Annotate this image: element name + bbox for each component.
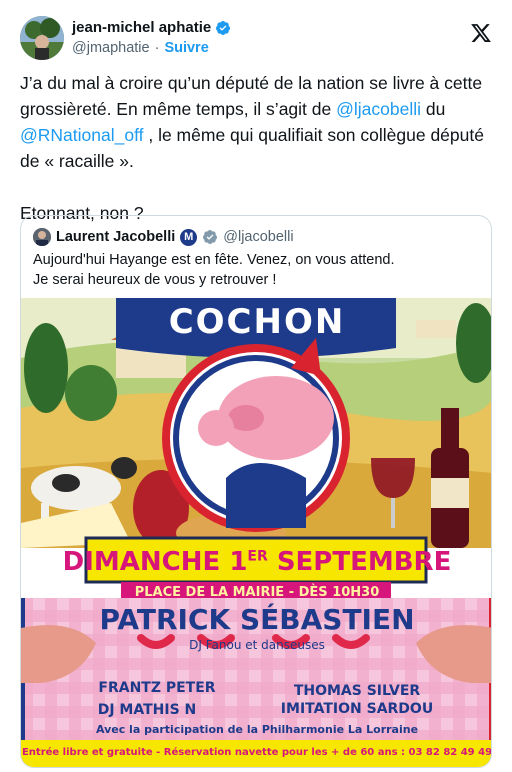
x-logo-icon[interactable]: [470, 22, 492, 44]
tweet-header: jean-michel aphatie @jmaphatie · Suivre: [20, 16, 496, 64]
poster-artist: THOMAS SILVER: [293, 683, 421, 699]
gray-verified-badge-icon: [203, 230, 218, 244]
poster-date: DIMANCHE 1ER SEPTEMBRE: [21, 547, 491, 577]
author-name[interactable]: jean-michel aphatie: [72, 19, 211, 36]
poster-participation: Avec la participation de la Philharmonie…: [95, 723, 419, 736]
mention-rnational[interactable]: @RNational_off: [20, 125, 143, 145]
poster-headliner-sub: DJ Fanou et danseuses: [189, 638, 325, 652]
affiliation-badge: M: [180, 228, 198, 246]
quoted-author-handle[interactable]: @ljacobelli: [223, 229, 293, 245]
poster-date-sup: ER: [247, 548, 268, 565]
follow-button[interactable]: Suivre: [164, 40, 208, 56]
quoted-text-line: Aujourd'hui Hayange est en fête. Venez, …: [33, 252, 395, 268]
quoted-text-line: Je serai heureux de vous y retrouver !: [33, 272, 277, 288]
event-poster-image[interactable]: COCHON DIMANCHE 1ER SEPTEMBRE PLACE DE L…: [21, 298, 492, 767]
poster-date-a: DIMANCHE 1: [62, 547, 248, 577]
separator-dot: ·: [154, 40, 160, 56]
tweet-card: jean-michel aphatie @jmaphatie · Suivre …: [0, 0, 512, 772]
mention-ljacobelli[interactable]: @ljacobelli: [336, 99, 421, 119]
poster-place: PLACE DE LA MAIRIE - DÈS 10H30: [134, 585, 380, 600]
author-avatar[interactable]: [20, 16, 64, 60]
tweet-body: J’a du mal à croire qu’un député de la n…: [20, 70, 496, 226]
tweet-text-part: du: [421, 99, 446, 119]
poster-footer: Entrée libre et gratuite - Réservation n…: [21, 747, 492, 758]
verified-badge-icon: [216, 20, 231, 35]
author-handle[interactable]: @jmaphatie: [72, 40, 150, 56]
quoted-tweet[interactable]: Laurent Jacobelli M @ljacobelli Aujourd'…: [20, 215, 492, 768]
poster-headliner: PATRICK SÉBASTIEN: [99, 603, 415, 636]
poster-banner-title: COCHON: [168, 302, 346, 342]
poster-artist: IMITATION SARDOU: [280, 701, 434, 717]
quoted-author-name[interactable]: Laurent Jacobelli: [56, 229, 175, 245]
quoted-text: Aujourd'hui Hayange est en fête. Venez, …: [33, 250, 483, 290]
quoted-author-avatar[interactable]: [33, 228, 51, 246]
poster-date-b: SEPTEMBRE: [267, 547, 452, 577]
